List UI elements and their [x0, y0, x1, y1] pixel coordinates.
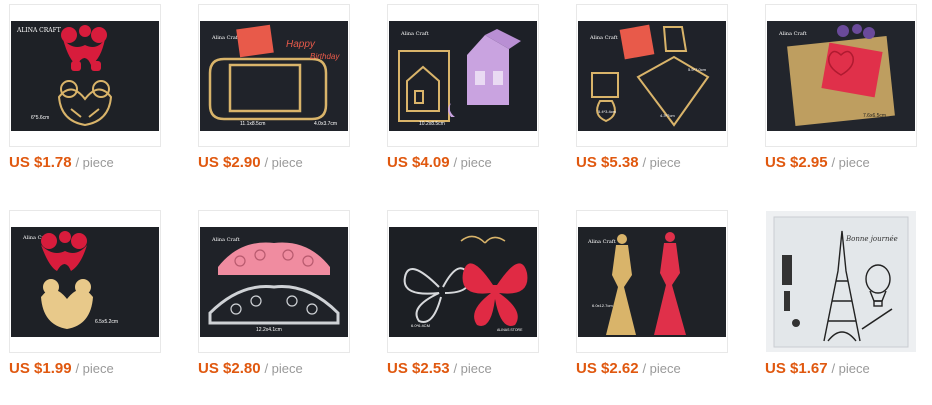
stamp-text: Bonne journée	[845, 235, 898, 243]
product-photo: Bonne journée	[766, 211, 916, 352]
price-unit: / piece	[453, 155, 492, 170]
lady-dress-die-image: Alina Craft 6.0x12.7cm	[578, 227, 726, 337]
price-amount[interactable]: US $1.78	[9, 154, 72, 171]
brand-watermark: ALINAS STORE	[497, 328, 523, 332]
price-unit: / piece	[453, 361, 492, 376]
price-unit: / piece	[75, 361, 114, 376]
price-unit: / piece	[264, 361, 303, 376]
product-photo: Alina Craft 10.2x8.5cm	[389, 21, 537, 131]
brand-watermark: ALINA CRAFT	[16, 27, 61, 34]
product-photo: Alina Craft 7.6x6.5cm	[767, 21, 915, 131]
brand-watermark: Alina Craft	[400, 31, 429, 37]
price: US $5.38 / piece	[576, 154, 766, 171]
size-label: 6.0*6.4CM	[411, 323, 430, 328]
price-amount[interactable]: US $1.99	[9, 360, 72, 377]
product-thumbnail[interactable]: Alina Craft 5.4*3.4cm 4.3*7cm 5.5*7.0cm	[576, 4, 728, 147]
price-amount[interactable]: US $2.90	[198, 154, 261, 171]
price: US $4.09 / piece	[387, 154, 577, 171]
envelope-die-image: Alina Craft 5.4*3.4cm 4.3*7cm 5.5*7.0cm	[578, 21, 726, 131]
size-label: 10.2x8.5cm	[419, 121, 445, 127]
price-amount[interactable]: US $2.62	[576, 360, 639, 377]
size-label: 6.5x5.2cm	[95, 319, 118, 325]
eiffel-tower-stamp-image: Bonne journée	[766, 211, 916, 352]
product-thumbnail[interactable]: Bonne journée	[765, 210, 917, 353]
product-photo: Alina Craft 12.2x4.1cm	[200, 227, 348, 337]
product-thumbnail[interactable]: Alina Craft 7.6x6.5cm	[765, 4, 917, 147]
price-amount[interactable]: US $1.67	[765, 360, 828, 377]
kissing-couple-die-image: Alina Craft 6.5x5.2cm	[11, 227, 159, 337]
size-label: 11.1x8.5cm	[240, 121, 265, 127]
price-unit: / piece	[831, 361, 870, 376]
product-thumbnail[interactable]: Alina Craft 6.0x12.7cm	[576, 210, 728, 353]
size-label: 5.5*7.0cm	[688, 67, 707, 72]
product-photo: Alina Craft 5.4*3.4cm 4.3*7cm 5.5*7.0cm	[578, 21, 726, 131]
house-die-image: Alina Craft 10.2x8.5cm	[389, 21, 537, 131]
product-grid: ALINA CRAFT 6*5.6cm US $1.78 / piece Ali…	[0, 0, 932, 405]
price-unit: / piece	[642, 361, 681, 376]
price-amount[interactable]: US $2.95	[765, 154, 828, 171]
price-unit: / piece	[75, 155, 114, 170]
price: US $1.78 / piece	[9, 154, 199, 171]
price-amount[interactable]: US $4.09	[387, 154, 450, 171]
price-amount[interactable]: US $2.53	[387, 360, 450, 377]
lace-border-die-image: Alina Craft 12.2x4.1cm	[200, 227, 348, 337]
product-thumbnail[interactable]: 6.0*6.4CM ALINAS STORE	[387, 210, 539, 353]
birthday-die: Birthday	[310, 52, 340, 61]
size-label: 4.0x3.7cm	[314, 121, 337, 127]
butterfly-die-image: 6.0*6.4CM ALINAS STORE	[389, 227, 537, 337]
product-photo: ALINA CRAFT 6*5.6cm	[11, 21, 159, 131]
product-thumbnail[interactable]: Alina Craft Happy Birthday 11.1x8.5cm 4.…	[198, 4, 350, 147]
product-thumbnail[interactable]: Alina Craft 10.2x8.5cm	[387, 4, 539, 147]
size-label: 12.2x4.1cm	[256, 327, 282, 333]
product-thumbnail[interactable]: Alina Craft 6.5x5.2cm	[9, 210, 161, 353]
brand-watermark: Alina Craft	[587, 239, 616, 245]
happy-birthday-die: Happy	[286, 39, 316, 50]
price-amount[interactable]: US $2.80	[198, 360, 261, 377]
brand-watermark: Alina Craft	[211, 237, 240, 243]
price-unit: / piece	[831, 155, 870, 170]
product-photo: Alina Craft Happy Birthday 11.1x8.5cm 4.…	[200, 21, 348, 131]
size-label: 6.0x12.7cm	[592, 303, 613, 308]
size-label: 6*5.6cm	[31, 115, 49, 121]
size-label: 7.6x6.5cm	[863, 113, 886, 119]
product-thumbnail[interactable]: ALINA CRAFT 6*5.6cm	[9, 4, 161, 147]
brand-watermark: Alina Craft	[589, 35, 618, 41]
size-label: 5.4*3.4cm	[598, 109, 617, 114]
price: US $2.95 / piece	[765, 154, 932, 171]
brand-watermark: Alina Craft	[778, 31, 807, 37]
product-photo: 6.0*6.4CM ALINAS STORE	[389, 227, 537, 337]
kissing-couple-die-image: ALINA CRAFT 6*5.6cm	[11, 21, 159, 131]
price: US $2.62 / piece	[576, 360, 766, 377]
price-amount[interactable]: US $5.38	[576, 154, 639, 171]
price-unit: / piece	[264, 155, 303, 170]
brand-watermark: Alina Craft	[211, 35, 240, 41]
price: US $1.99 / piece	[9, 360, 199, 377]
pop-up-card-die-image: Alina Craft Happy Birthday 11.1x8.5cm 4.…	[200, 21, 348, 131]
price: US $2.90 / piece	[198, 154, 388, 171]
price: US $2.53 / piece	[387, 360, 577, 377]
size-label: 4.3*7cm	[660, 113, 675, 118]
product-thumbnail[interactable]: Alina Craft 12.2x4.1cm	[198, 210, 350, 353]
heart-card-die-image: Alina Craft 7.6x6.5cm	[767, 21, 915, 131]
price: US $2.80 / piece	[198, 360, 388, 377]
product-photo: Alina Craft 6.5x5.2cm	[11, 227, 159, 337]
price-unit: / piece	[642, 155, 681, 170]
product-photo: Alina Craft 6.0x12.7cm	[578, 227, 726, 337]
price: US $1.67 / piece	[765, 360, 932, 377]
